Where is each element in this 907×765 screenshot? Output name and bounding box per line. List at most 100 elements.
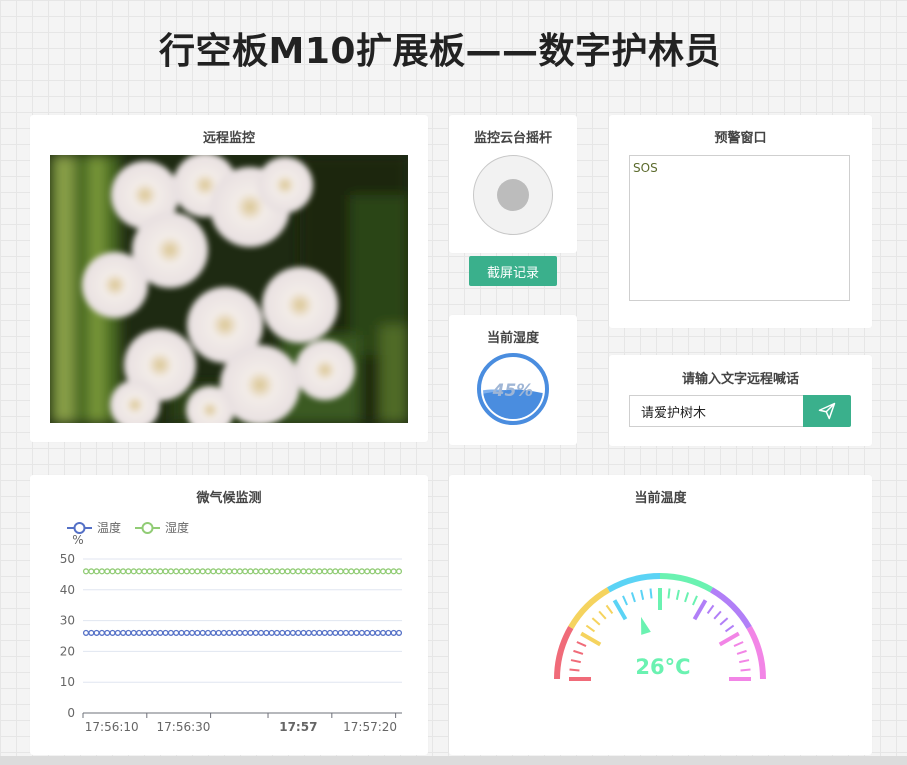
data-point: [114, 568, 121, 575]
legend-marker: [141, 522, 154, 534]
data-point: [300, 568, 307, 575]
data-point: [204, 629, 212, 636]
y-tick-label: 20: [60, 644, 75, 658]
data-point: [380, 568, 387, 575]
data-point: [194, 629, 201, 636]
gauge-minor-tick: [649, 588, 653, 599]
gauge-minor-tick: [684, 592, 690, 603]
data-point: [199, 568, 206, 575]
data-point: [220, 568, 227, 575]
gauge-minor-tick: [630, 592, 636, 603]
data-point: [104, 568, 111, 575]
data-point: [364, 629, 371, 636]
page-title: 行空板M10扩展板——数字护林员: [159, 31, 721, 72]
data-point: [120, 568, 127, 575]
gauge-minor-tick: [719, 617, 729, 626]
data-point: [252, 629, 259, 636]
data-point: [167, 568, 174, 575]
gauge-minor-tick: [605, 604, 614, 615]
data-point: [151, 568, 159, 575]
remote-monitor-card: 远程监控: [30, 115, 428, 442]
data-point: [178, 629, 185, 636]
joystick-knob[interactable]: [497, 179, 529, 211]
data-point: [226, 629, 233, 636]
data-point: [316, 629, 323, 636]
remote-monitor-title: 远程监控: [202, 131, 255, 146]
y-tick-label: 10: [60, 675, 75, 689]
x-tick-label: 17:56:30: [157, 720, 211, 734]
data-point: [279, 629, 286, 636]
warning-title: 预警窗口: [714, 131, 767, 146]
data-point: [215, 568, 222, 575]
data-point: [236, 629, 243, 636]
gauge-arc-segment: [659, 573, 713, 593]
camera-feed-image: [50, 155, 408, 423]
data-point: [321, 568, 328, 575]
joystick-pad[interactable]: [473, 155, 553, 235]
y-tick-label: 40: [60, 583, 75, 597]
data-point: [305, 629, 312, 636]
data-point: [374, 568, 381, 575]
camera-feed: [50, 155, 408, 423]
legend-label: 湿度: [165, 520, 189, 535]
gauge-minor-tick: [692, 595, 698, 606]
data-point: [189, 629, 196, 636]
data-point: [284, 568, 291, 575]
humidity-gauge: 45%: [477, 353, 549, 425]
data-point: [109, 568, 116, 575]
data-point: [353, 629, 360, 636]
data-point: [88, 568, 95, 575]
gauge-major-tick: [580, 631, 602, 647]
x-tick-label: 17:57:20: [343, 720, 397, 734]
data-point: [125, 629, 132, 636]
gauge-minor-tick: [739, 659, 750, 664]
data-point: [332, 568, 339, 575]
gauge-minor-tick: [733, 641, 744, 647]
data-point: [284, 629, 291, 636]
data-point: [242, 568, 249, 575]
humidity-card: 当前湿度 45%: [449, 315, 577, 445]
data-point: [326, 568, 334, 575]
y-tick-label: 0: [67, 706, 75, 720]
shout-title: 请输入文字远程喊话: [681, 372, 799, 387]
gauge-major-tick: [718, 631, 740, 647]
data-point: [146, 629, 153, 636]
joystick-card: 监控云台摇杆: [449, 115, 577, 253]
shout-card: 请输入文字远程喊话: [609, 355, 872, 446]
data-point: [194, 568, 201, 575]
temperature-value: 26°C: [635, 655, 690, 679]
send-button[interactable]: [803, 395, 851, 427]
data-point: [98, 629, 105, 636]
data-point: [226, 568, 233, 575]
data-point: [98, 568, 105, 575]
gauge-major-tick: [692, 599, 708, 621]
data-point: [390, 568, 397, 575]
data-point: [385, 629, 392, 636]
climate-chart: 温度 湿度% 0 10 20 30 40 50 17:56:10 17:56:30 17:57 17:…: [60, 520, 403, 734]
gauge-minor-tick: [591, 617, 601, 626]
humidity-value: 45%: [492, 381, 534, 401]
data-point: [295, 568, 302, 575]
gauge-arc-segment: [746, 626, 766, 680]
data-point: [364, 568, 371, 575]
data-point: [311, 629, 318, 636]
data-point: [268, 568, 275, 575]
data-point: [242, 629, 249, 636]
warning-textarea[interactable]: SOS: [629, 155, 850, 301]
x-tick-label: 17:56:10: [85, 720, 139, 734]
data-point: [311, 568, 318, 575]
screenshot-button[interactable]: 截屏记录: [469, 256, 557, 286]
gauge-arc-segment: [554, 626, 574, 680]
data-point: [130, 568, 137, 575]
data-point: [82, 629, 90, 636]
climate-title: 微气候监测: [196, 491, 262, 506]
gauge-minor-tick: [675, 589, 680, 600]
data-point: [348, 629, 355, 636]
shout-input[interactable]: [629, 395, 803, 427]
data-point: [173, 629, 180, 636]
data-point: [157, 629, 164, 636]
horizontal-scrollbar[interactable]: [0, 756, 907, 765]
data-point: [109, 629, 116, 636]
data-point: [210, 568, 217, 575]
data-point: [385, 568, 392, 575]
